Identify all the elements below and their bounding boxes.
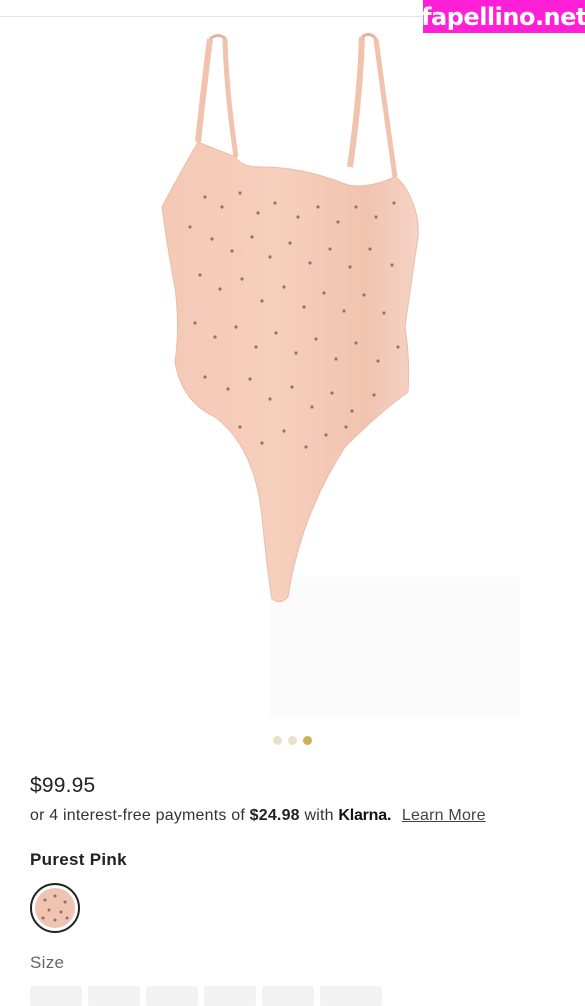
product-image[interactable] xyxy=(0,17,585,727)
installment-prefix: or 4 interest-free payments of xyxy=(30,807,245,824)
product-price: $99.95 xyxy=(30,774,96,797)
size-label: Size xyxy=(30,953,65,972)
swatch-preview xyxy=(35,888,75,928)
size-option[interactable] xyxy=(146,986,198,1006)
installment-info: or 4 interest-free payments of $24.98 wi… xyxy=(30,807,486,825)
carousel-indicator xyxy=(0,736,585,745)
carousel-dot-active[interactable] xyxy=(303,736,312,745)
color-swatch-purest-pink[interactable] xyxy=(30,883,80,933)
learn-more-link[interactable]: Learn More xyxy=(402,807,486,824)
carousel-dot[interactable] xyxy=(288,736,297,745)
size-option[interactable] xyxy=(88,986,140,1006)
size-option[interactable] xyxy=(30,986,82,1006)
klarna-logo: Klarna. xyxy=(338,807,392,824)
installment-with: with xyxy=(304,807,334,824)
size-options xyxy=(30,986,382,1006)
installment-amount: $24.98 xyxy=(249,807,300,824)
color-name: Purest Pink xyxy=(30,850,127,869)
carousel-dot[interactable] xyxy=(273,736,282,745)
size-option[interactable] xyxy=(320,986,382,1006)
size-option[interactable] xyxy=(262,986,314,1006)
size-option[interactable] xyxy=(204,986,256,1006)
